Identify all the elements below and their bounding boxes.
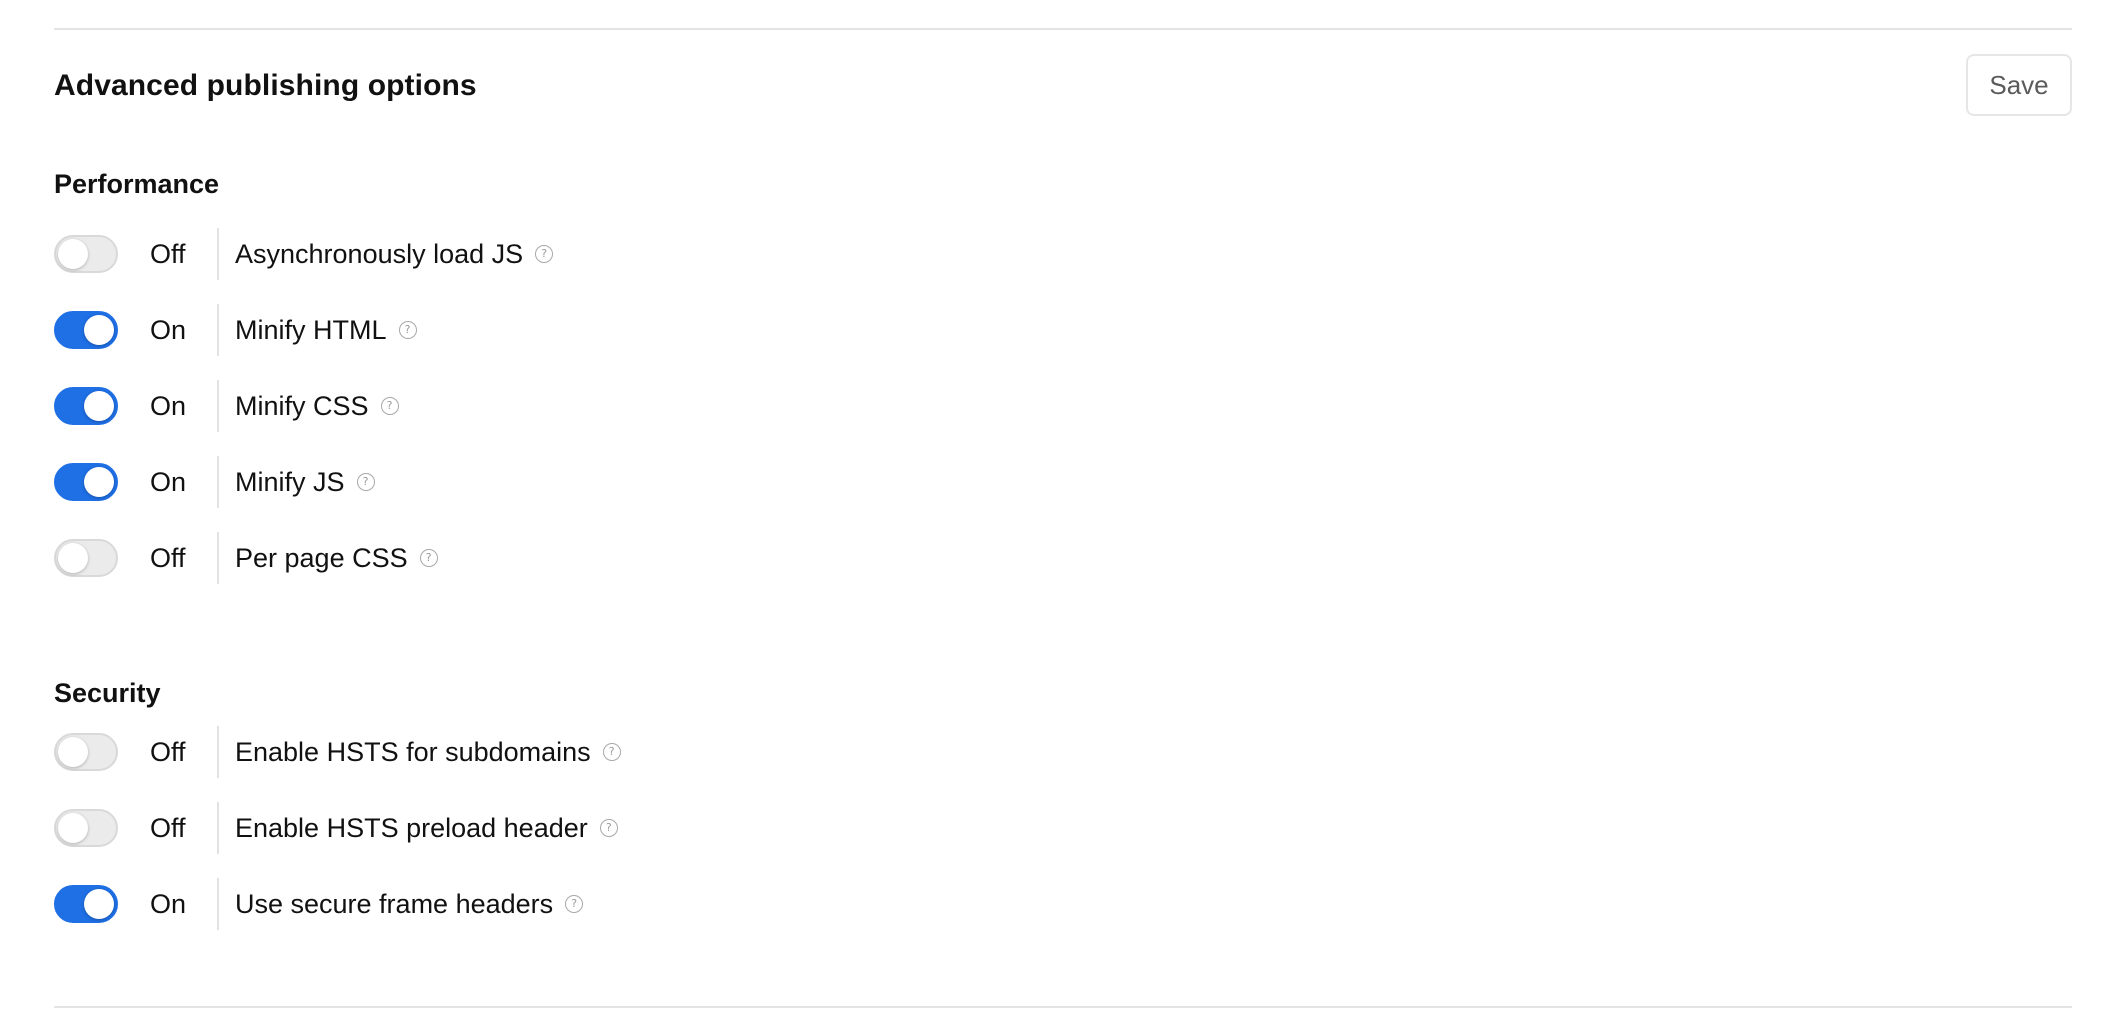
toggle-minify-html[interactable] bbox=[54, 311, 118, 349]
toggle-minify-js[interactable] bbox=[54, 463, 118, 501]
option-label-hsts-subdomains: Enable HSTS for subdomains? bbox=[235, 734, 621, 770]
option-text: Asynchronously load JS bbox=[235, 239, 524, 269]
toggle-state-label: On bbox=[150, 315, 187, 345]
toggle-knob bbox=[58, 813, 88, 843]
toggle-knob bbox=[84, 467, 114, 497]
performance-section: Performance Off Asynchronously load JS? … bbox=[54, 166, 2072, 596]
row-divider bbox=[217, 726, 219, 778]
option-label-minify-css: Minify CSS? bbox=[235, 388, 399, 424]
option-label-async-js: Asynchronously load JS? bbox=[235, 236, 554, 272]
option-label-secure-frame-headers: Use secure frame headers? bbox=[235, 886, 584, 922]
option-row-per-page-css: Off Per page CSS? bbox=[54, 520, 2072, 596]
toggle-state-label: Off bbox=[150, 239, 186, 269]
help-icon[interactable]: ? bbox=[356, 473, 375, 491]
help-icon[interactable]: ? bbox=[535, 245, 554, 263]
help-icon[interactable]: ? bbox=[565, 895, 584, 913]
toggle-knob bbox=[58, 543, 88, 573]
option-label-hsts-preload: Enable HSTS preload header? bbox=[235, 810, 618, 846]
toggle-state-label: Off bbox=[150, 737, 186, 767]
option-label-minify-js: Minify JS? bbox=[235, 464, 375, 500]
option-text: Minify CSS bbox=[235, 391, 369, 421]
toggle-minify-css[interactable] bbox=[54, 387, 118, 425]
option-text: Enable HSTS for subdomains bbox=[235, 737, 591, 767]
option-row-hsts-subdomains: Off Enable HSTS for subdomains? bbox=[54, 714, 2072, 790]
help-icon[interactable]: ? bbox=[398, 321, 417, 339]
row-divider bbox=[217, 228, 219, 280]
toggle-knob bbox=[84, 391, 114, 421]
option-text: Minify JS bbox=[235, 467, 345, 497]
option-label-minify-html: Minify HTML? bbox=[235, 312, 417, 348]
panel-header: Advanced publishing options Save bbox=[54, 54, 2072, 118]
top-divider bbox=[54, 28, 2072, 30]
help-icon[interactable]: ? bbox=[380, 397, 399, 415]
performance-options: Off Asynchronously load JS? On Minify HT… bbox=[54, 216, 2072, 596]
help-icon[interactable]: ? bbox=[419, 549, 438, 567]
security-options: Off Enable HSTS for subdomains? Off Enab… bbox=[54, 714, 2072, 942]
toggle-knob bbox=[84, 889, 114, 919]
toggle-async-js[interactable] bbox=[54, 235, 118, 273]
row-divider bbox=[217, 456, 219, 508]
bottom-divider bbox=[54, 1006, 2072, 1008]
option-row-minify-html: On Minify HTML? bbox=[54, 292, 2072, 368]
row-divider bbox=[217, 304, 219, 356]
section-title-performance: Performance bbox=[54, 169, 220, 199]
toggle-knob bbox=[58, 737, 88, 767]
row-divider bbox=[217, 532, 219, 584]
toggle-per-page-css[interactable] bbox=[54, 539, 118, 577]
option-row-minify-js: On Minify JS? bbox=[54, 444, 2072, 520]
toggle-state-label: Off bbox=[150, 543, 186, 573]
publishing-options-panel: Advanced publishing options Save Perform… bbox=[54, 0, 2072, 1026]
toggle-state-label: Off bbox=[150, 813, 186, 843]
row-divider bbox=[217, 802, 219, 854]
save-button[interactable]: Save bbox=[1966, 54, 2072, 116]
option-row-async-js: Off Asynchronously load JS? bbox=[54, 216, 2072, 292]
toggle-hsts-preload[interactable] bbox=[54, 809, 118, 847]
toggle-state-label: On bbox=[150, 467, 187, 497]
toggle-knob bbox=[58, 239, 88, 269]
security-section: Security Off Enable HSTS for subdomains?… bbox=[54, 675, 2072, 942]
option-text: Use secure frame headers bbox=[235, 889, 554, 919]
toggle-knob bbox=[84, 315, 114, 345]
option-row-hsts-preload: Off Enable HSTS preload header? bbox=[54, 790, 2072, 866]
page-title: Advanced publishing options bbox=[54, 69, 477, 102]
option-text: Minify HTML bbox=[235, 315, 387, 345]
row-divider bbox=[217, 380, 219, 432]
toggle-secure-frame-headers[interactable] bbox=[54, 885, 118, 923]
option-label-per-page-css: Per page CSS? bbox=[235, 540, 438, 576]
help-icon[interactable]: ? bbox=[602, 743, 621, 761]
toggle-hsts-subdomains[interactable] bbox=[54, 733, 118, 771]
option-text: Enable HSTS preload header bbox=[235, 813, 588, 843]
option-text: Per page CSS bbox=[235, 543, 408, 573]
help-icon[interactable]: ? bbox=[599, 819, 618, 837]
toggle-state-label: On bbox=[150, 391, 187, 421]
option-row-secure-frame-headers: On Use secure frame headers? bbox=[54, 866, 2072, 942]
row-divider bbox=[217, 878, 219, 930]
toggle-state-label: On bbox=[150, 889, 187, 919]
option-row-minify-css: On Minify CSS? bbox=[54, 368, 2072, 444]
section-title-security: Security bbox=[54, 678, 161, 708]
